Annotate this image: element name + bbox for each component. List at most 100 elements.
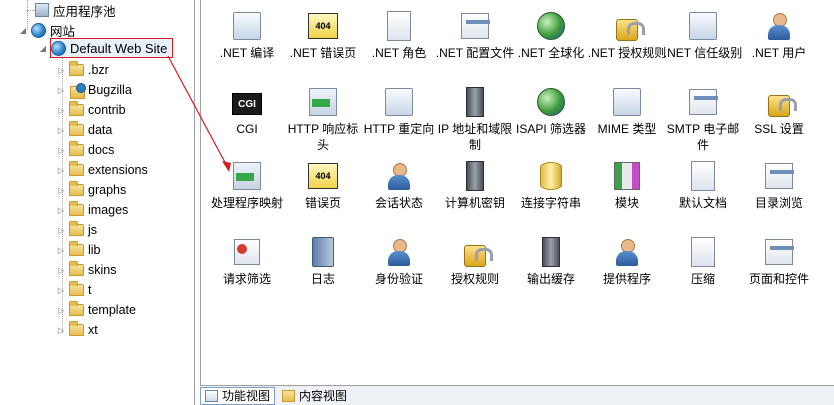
feature-tile[interactable]: .NET 信任级别 [663,10,743,82]
tree-folder-label: docs [88,143,115,157]
feature-tile[interactable]: 模块 [589,160,665,232]
folder-icon [69,201,84,216]
feature-tile[interactable]: 页面和控件 [741,236,817,308]
tree-item-app-pools-label: 应用程序池 [53,4,116,19]
feature-tile[interactable]: 404 错误页 [285,160,361,232]
feature-tile-label: .NET 配置文件 [435,46,515,60]
feature-tile[interactable]: .NET 角色 [361,10,437,82]
tree-folder-item[interactable]: ▷ lib [56,240,101,260]
feature-tile[interactable]: 压缩 [665,236,741,308]
feature-tile[interactable]: 目录浏览 [741,160,817,232]
feature-tile[interactable]: IP 地址和域限制 [437,86,513,158]
tab-features-view[interactable]: 功能视图 [200,386,276,405]
tab-content-view[interactable]: 内容视图 [278,387,351,405]
expand-arrow-icon[interactable]: ▷ [56,145,66,155]
expand-arrow-icon[interactable]: ▷ [56,185,66,195]
expand-arrow-icon[interactable]: ▷ [56,165,66,175]
folder-icon [69,301,84,316]
feature-tile[interactable]: 日志 [285,236,361,308]
feature-tile[interactable]: .NET 用户 [741,10,817,82]
expand-arrow-icon[interactable]: ▷ [56,285,66,295]
feature-tile-label: .NET 错误页 [289,46,357,60]
collapse-arrow-icon[interactable]: ◢ [18,25,28,35]
tree-folder-label: lib [88,243,101,257]
tree-folder-item[interactable]: ▷ skins [56,260,116,280]
feature-tile-label: .NET 信任级别 [663,46,743,60]
collapse-arrow-icon[interactable]: ◢ [38,43,48,53]
feature-tile-label: .NET 用户 [751,46,807,60]
feature-tile[interactable]: 授权规则 [437,236,513,308]
feature-tile[interactable]: HTTP 响应标头 [285,86,361,158]
feature-tile[interactable]: 会话状态 [361,160,437,232]
feature-tile[interactable]: 输出缓存 [513,236,589,308]
tab-content-view-label: 内容视图 [299,389,348,403]
feature-tile-label: 处理程序映射 [210,196,283,210]
website-globe-icon [51,40,66,56]
tree-folder-item[interactable]: ▷ .bzr [56,60,109,80]
tree-folder-item[interactable]: ▷ images [56,200,128,220]
feature-tile[interactable]: 处理程序映射 [209,160,285,232]
expand-arrow-icon[interactable]: ▷ [56,205,66,215]
application-folder-icon [69,82,86,99]
directory-browsing-icon [765,163,794,189]
feature-tile[interactable]: 身份验证 [361,236,437,308]
tree-folder-item[interactable]: ▷ xt [56,320,98,340]
tree-item-app-pools[interactable]: 应用程序池 [27,0,116,20]
feature-tile-label: 输出缓存 [526,272,575,286]
expand-arrow-icon[interactable]: ▷ [56,65,66,75]
providers-icon [614,238,640,266]
feature-tile-label: 连接字符串 [520,196,581,210]
tree-folder-item[interactable]: ▷ template [56,300,136,320]
folder-icon [69,261,84,276]
expand-arrow-icon[interactable]: ▷ [56,85,66,95]
machine-key-icon [466,161,484,191]
tab-features-view-label: 功能视图 [222,389,271,403]
feature-tile[interactable]: 配置... [813,160,834,232]
feature-tile[interactable]: SSL 设置 [741,86,817,158]
feature-tile[interactable]: MIME 类型 [589,86,665,158]
authorization-rules-icon [464,245,493,267]
expand-arrow-icon[interactable]: ▷ [56,125,66,135]
feature-tile[interactable]: .NET 全球化 [513,10,589,82]
tree-folder-item[interactable]: ▷ t [56,280,91,300]
feature-tile[interactable]: SMTP 电子邮件 [665,86,741,158]
expand-arrow-icon[interactable]: ▷ [56,225,66,235]
feature-tile[interactable]: .NET 配置文件 [435,10,515,82]
expand-arrow-icon[interactable]: ▷ [56,265,66,275]
feature-tile[interactable]: 应用... [813,236,834,308]
feature-tile[interactable]: .NET 编译 [209,10,285,82]
tree-folder-label: xt [88,323,98,337]
feature-tile[interactable]: 计算机密钥 [437,160,513,232]
tree-folder-item[interactable]: ▷ contrib [56,100,126,120]
feature-tile[interactable]: 提供程序 [589,236,665,308]
feature-tile[interactable]: 默认文档 [665,160,741,232]
feature-tile[interactable]: CGI CGI [209,86,285,158]
feature-tile[interactable]: HTTP 重定向 [361,86,437,158]
app-pools-icon [35,3,49,17]
tree-folder-item[interactable]: ▷ js [56,220,97,240]
tree-folder-item[interactable]: ▷ extensions [56,160,148,180]
expand-arrow-icon[interactable]: ▷ [56,105,66,115]
tree-folder-label: Bugzilla [88,83,132,97]
tree-item-sites[interactable]: ◢ 网站 [18,20,75,40]
tree-folder-item[interactable]: ▷ docs [56,140,114,160]
output-caching-icon [542,237,560,267]
feature-tile[interactable]: .NET 授权规则 [588,10,666,82]
expand-arrow-icon[interactable]: ▷ [56,305,66,315]
folder-icon [69,101,84,116]
feature-tile[interactable]: 连接字符串 [513,160,589,232]
feature-tile[interactable]: ISAPI 筛选器 [513,86,589,158]
error-pages-icon: 404 [308,163,338,189]
feature-tile[interactable]: 请求筛选 [209,236,285,308]
tree-folder-item[interactable]: ▷ Bugzilla [56,80,132,100]
expand-arrow-icon[interactable]: ▷ [56,325,66,335]
tree-folder-item[interactable]: ▷ data [56,120,112,140]
feature-tile-label: 错误页 [304,196,341,210]
expand-arrow-icon[interactable]: ▷ [56,245,66,255]
feature-tile[interactable]: 404 .NET 错误页 [285,10,361,82]
tree-folder-item[interactable]: ▷ graphs [56,180,126,200]
error-page-icon: 404 [308,13,338,39]
tree-item-default-web-site[interactable]: ◢ Default Web Site [38,38,167,58]
feature-tile-label: 压缩 [690,272,715,286]
feature-tile[interactable]: We... [813,86,834,158]
